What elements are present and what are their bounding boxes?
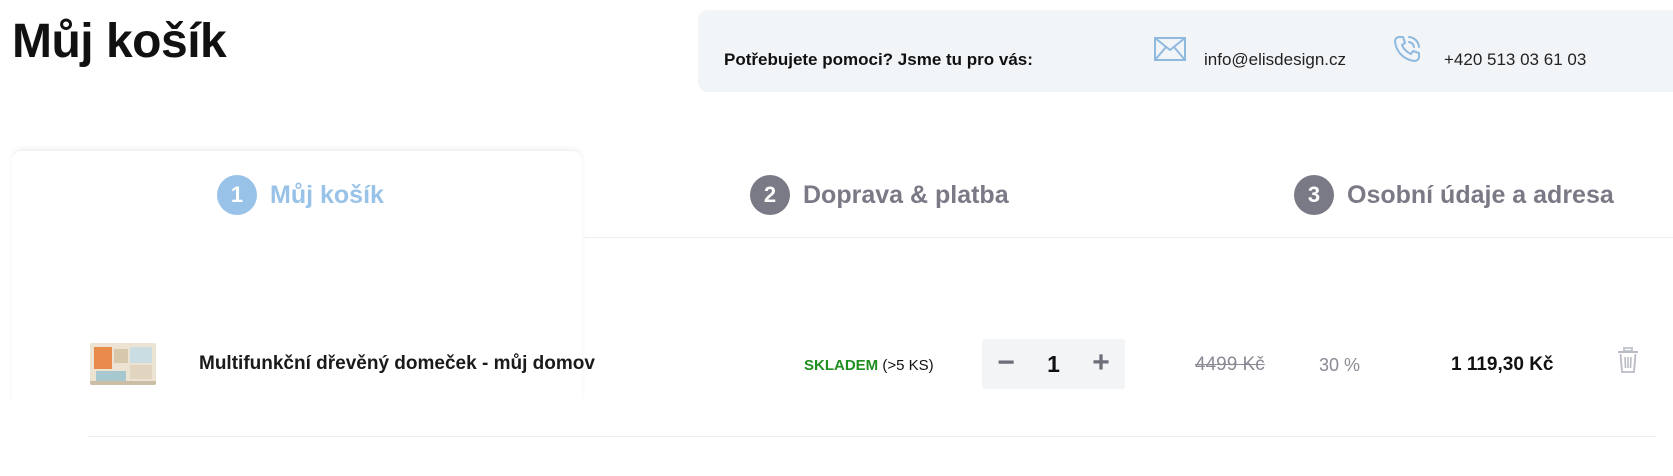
- quantity-input[interactable]: 1: [1032, 351, 1075, 378]
- step-label: Můj košík: [270, 180, 384, 209]
- product-thumbnail[interactable]: [90, 343, 156, 385]
- trash-icon[interactable]: [1617, 347, 1639, 373]
- step-number: 3: [1294, 175, 1334, 215]
- envelope-icon: [1154, 37, 1186, 61]
- quantity-increase-button[interactable]: +: [1085, 348, 1117, 380]
- phone-icon: [1394, 36, 1420, 62]
- step-shipping-payment[interactable]: 2 Doprava & platba: [750, 175, 1009, 215]
- stock-quantity: (>5 KS): [882, 357, 934, 374]
- product-name[interactable]: Multifunkční dřevěný domeček - můj domov: [199, 353, 595, 375]
- help-text: Potřebujete pomoci? Jsme tu pro vás:: [724, 50, 1033, 69]
- help-phone-link[interactable]: +420 513 03 61 03: [1444, 50, 1586, 70]
- steps-divider: [583, 237, 1673, 238]
- stock-status: SKLADEM: [804, 357, 879, 374]
- original-price: 4499 Kč: [1195, 354, 1265, 375]
- step-label: Osobní údaje a adresa: [1347, 180, 1614, 209]
- final-price: 1 119,30 Kč: [1451, 354, 1554, 375]
- step-label: Doprava & platba: [803, 180, 1009, 209]
- page-title: Můj košík: [12, 15, 227, 68]
- quantity-decrease-button[interactable]: −: [990, 348, 1022, 380]
- help-contact-box: Potřebujete pomoci? Jsme tu pro vás: inf…: [698, 10, 1673, 92]
- step-personal-details[interactable]: 3 Osobní údaje a adresa: [1294, 175, 1614, 215]
- step-number: 2: [750, 175, 790, 215]
- discount-percent: 30 %: [1319, 355, 1361, 375]
- cart-item-row: Multifunkční dřevěný domeček - můj domov…: [0, 335, 1673, 435]
- step-number: 1: [217, 175, 257, 215]
- help-email-link[interactable]: info@elisdesign.cz: [1204, 50, 1346, 70]
- row-divider: [88, 436, 1656, 437]
- stock-info: SKLADEM (>5 KS): [804, 357, 934, 374]
- quantity-stepper: − 1 +: [982, 339, 1125, 389]
- step-my-cart[interactable]: 1 Můj košík: [217, 175, 384, 215]
